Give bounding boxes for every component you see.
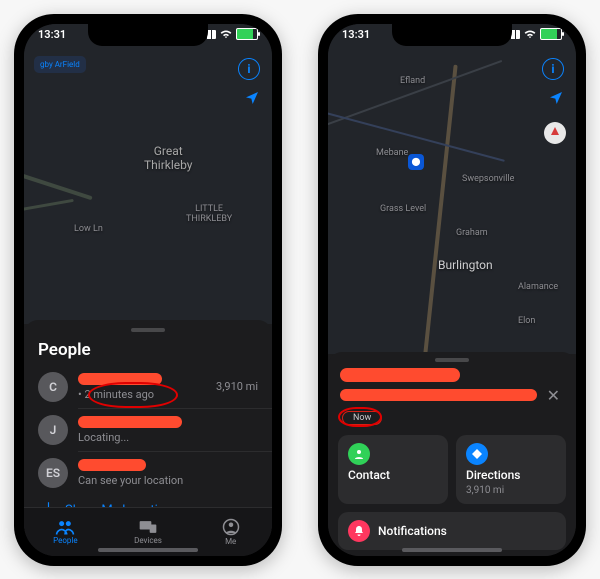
status-right [506, 28, 562, 40]
tab-me[interactable]: Me [189, 508, 272, 556]
contact-card[interactable]: Contact [338, 435, 448, 504]
notifications-card[interactable]: Notifications [338, 512, 566, 550]
people-sheet[interactable]: People C • 2 minutes ago 3,910 mi J Lo [24, 320, 272, 556]
directions-card[interactable]: Directions 3,910 mi [456, 435, 566, 504]
map-area[interactable]: ⬤ Efland Mebane Swepsonville Grass Level… [328, 24, 576, 354]
bell-icon [348, 520, 370, 542]
locate-button[interactable] [244, 90, 260, 106]
tab-label: People [53, 536, 77, 545]
location-arrow-icon [548, 90, 564, 106]
person-distance: 3,910 mi [216, 380, 258, 393]
tab-label: Devices [134, 536, 162, 545]
info-button[interactable]: i [542, 58, 564, 80]
map-place-elon: Elon [518, 316, 535, 326]
devices-icon [138, 519, 158, 535]
locate-button[interactable] [548, 90, 564, 106]
avatar: C [38, 372, 68, 402]
person-row-body: Can see your location [78, 459, 258, 487]
redacted-name [78, 416, 182, 428]
map-road [24, 171, 93, 200]
avatar: ES [38, 458, 68, 488]
detail-sheet[interactable]: ✕ Now Contact [328, 352, 576, 556]
status-time: 13:31 [342, 28, 370, 41]
detail-subtitle-row: ✕ [340, 386, 564, 405]
map-place-grass: Grass Level [380, 204, 426, 214]
map-place-alamance: Alamance [518, 282, 558, 292]
redacted-name [78, 373, 162, 385]
map-area[interactable]: Great Thirkleby LITTLE THIRKLEBY Low Ln … [24, 24, 272, 324]
phone-right: 13:31 ⬤ Efland Mebane Swepsonville Grass… [318, 14, 586, 566]
battery-icon [236, 28, 258, 40]
close-button[interactable]: ✕ [543, 386, 564, 405]
interstate-shield-icon: ⬤ [408, 154, 424, 170]
redacted-name [78, 459, 146, 471]
map-place-mebane: Mebane [376, 148, 408, 158]
map-place-burlington: Burlington [438, 258, 493, 272]
timestamp-now: Now [342, 411, 382, 425]
screen-left: 13:31 Great Thirkleby LITTLE THIRKLEBY L… [24, 24, 272, 556]
directions-label: Directions [466, 468, 556, 482]
contact-label: Contact [348, 468, 438, 482]
location-arrow-icon [244, 90, 260, 106]
me-icon [222, 518, 240, 536]
battery-icon [540, 28, 562, 40]
status-time: 13:31 [38, 28, 66, 41]
sheet-title: People [24, 338, 272, 366]
person-subtitle: Can see your location [78, 474, 258, 487]
map-place-graham: Graham [456, 228, 488, 238]
map-search-chip[interactable]: gby ArField [34, 56, 86, 73]
person-row-body: Locating... [78, 416, 258, 444]
map-place-efland: Efland [400, 76, 425, 86]
wifi-icon [524, 30, 536, 39]
sheet-handle[interactable] [131, 328, 165, 332]
person-row-body: • 2 minutes ago [78, 373, 206, 401]
redacted-person-name [340, 368, 460, 382]
redacted-location [340, 389, 537, 401]
contact-icon [348, 443, 370, 465]
info-button[interactable]: i [238, 58, 260, 80]
notch [88, 24, 208, 46]
wifi-icon [220, 30, 232, 39]
person-row[interactable]: ES Can see your location [24, 452, 272, 494]
compass-icon[interactable] [544, 122, 566, 144]
map-label-little: LITTLE THIRKLEBY [186, 204, 232, 224]
map-road [24, 198, 74, 211]
notch [392, 24, 512, 46]
person-subtitle: Locating... [78, 431, 258, 444]
directions-icon [466, 443, 488, 465]
person-row[interactable]: C • 2 minutes ago 3,910 mi [24, 366, 272, 408]
phone-left: 13:31 Great Thirkleby LITTLE THIRKLEBY L… [14, 14, 282, 566]
status-right [202, 28, 258, 40]
sheet-handle[interactable] [435, 358, 469, 362]
tab-label: Me [225, 537, 236, 546]
directions-distance: 3,910 mi [466, 485, 556, 496]
map-label-main: Great Thirkleby [144, 144, 192, 172]
action-card-row: Contact Directions 3,910 mi [338, 435, 566, 504]
home-indicator[interactable] [98, 548, 198, 552]
people-icon [55, 519, 75, 535]
map-highway [422, 64, 457, 363]
person-subtitle: • 2 minutes ago [78, 388, 206, 401]
notifications-label: Notifications [378, 524, 447, 538]
tab-people[interactable]: People [24, 508, 107, 556]
map-place-sweep: Swepsonville [462, 174, 514, 184]
map-label-lowln: Low Ln [74, 224, 103, 234]
screen-right: 13:31 ⬤ Efland Mebane Swepsonville Grass… [328, 24, 576, 556]
person-row[interactable]: J Locating... [24, 409, 272, 451]
home-indicator[interactable] [402, 548, 502, 552]
avatar: J [38, 415, 68, 445]
